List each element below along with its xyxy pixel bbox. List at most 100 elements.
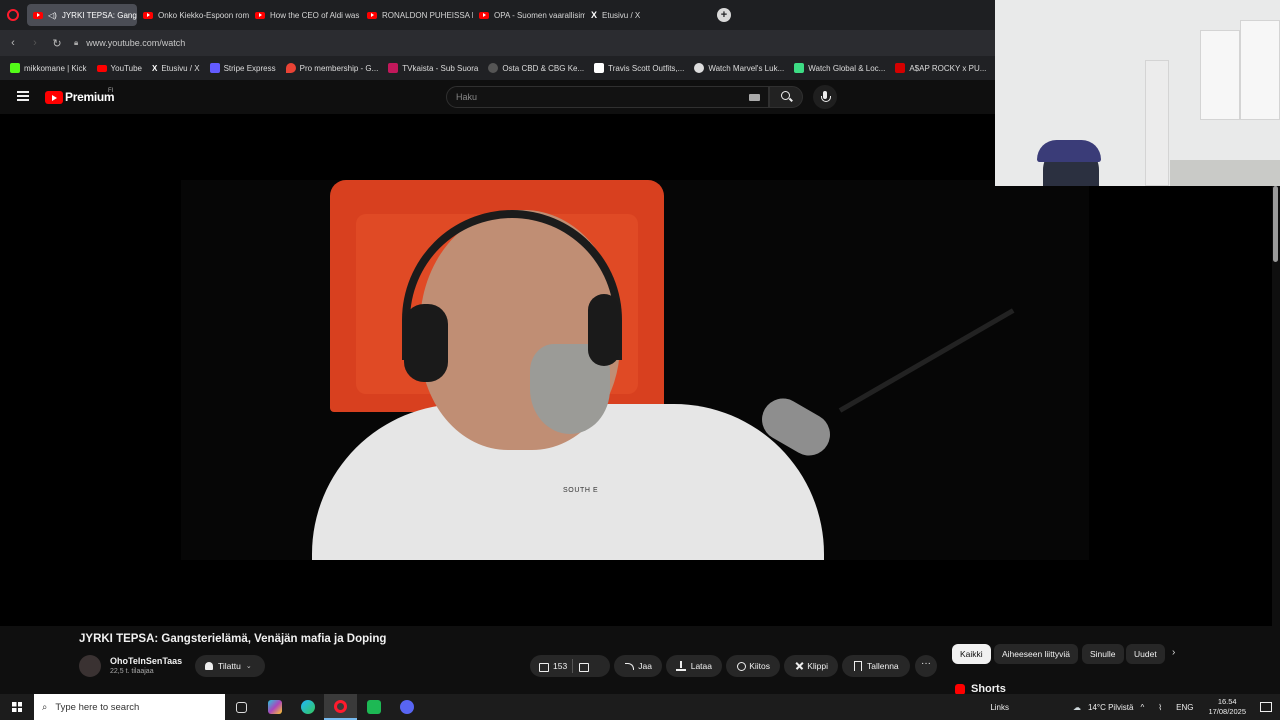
- search-button[interactable]: [769, 86, 803, 108]
- tab-label: OPA - Suomen vaarallisim: [494, 10, 585, 20]
- headphone-right-cup: [588, 294, 620, 366]
- more-actions-button[interactable]: ···: [915, 655, 937, 677]
- video-player[interactable]: SOUTH E: [0, 114, 1272, 626]
- bookmark-stripe[interactable]: Stripe Express: [209, 63, 276, 73]
- discord-icon[interactable]: [390, 694, 423, 720]
- bookmark-watch-global[interactable]: Watch Global & Loc...: [794, 63, 885, 73]
- thanks-button[interactable]: Kiitos: [726, 655, 780, 677]
- bookmark-youtube[interactable]: YouTube: [96, 64, 142, 73]
- links-toolbar[interactable]: Links: [983, 703, 1016, 712]
- x-icon: X: [591, 10, 598, 20]
- bookmark-travis-scott[interactable]: Travis Scott Outfits,...: [594, 63, 684, 73]
- bell-icon: [205, 662, 213, 670]
- youtube-icon: [479, 11, 489, 19]
- clock[interactable]: 16.54 17/08/2025: [1200, 697, 1254, 717]
- scissors-icon: [794, 661, 802, 671]
- windows-start-icon[interactable]: [0, 694, 34, 720]
- bookmark-x[interactable]: X Etusivu / X: [152, 64, 200, 73]
- headphone-left-cup: [404, 304, 448, 382]
- bookmark-cbd[interactable]: Osta CBD & CBG Ke...: [488, 63, 584, 73]
- tab-jyrki-tepsa[interactable]: ◁) JYRKI TEPSA: Gangste: [27, 4, 137, 26]
- bookmark-tvkaista[interactable]: TVkaista - Sub Suora: [388, 63, 478, 73]
- tab-label: JYRKI TEPSA: Gangste: [61, 10, 137, 20]
- youtube-icon: [33, 11, 43, 19]
- new-tab-button[interactable]: +: [717, 8, 731, 22]
- cloud-icon[interactable]: ☁: [1066, 703, 1088, 712]
- scrollbar-thumb[interactable]: [1273, 186, 1278, 262]
- lock-icon[interactable]: 🔒︎: [74, 38, 78, 48]
- url-field[interactable]: www.youtube.com/watch: [86, 38, 185, 48]
- forward-icon[interactable]: ›: [24, 37, 46, 49]
- download-icon: [676, 661, 686, 671]
- channel-name[interactable]: OhoTeInSenTaas: [110, 656, 182, 666]
- search-placeholder: Haku: [456, 92, 478, 102]
- kitchen-fridge: [1145, 60, 1169, 186]
- globe-icon: [488, 63, 499, 73]
- dislike-icon[interactable]: [578, 661, 590, 672]
- search-input[interactable]: Haku: [446, 86, 769, 108]
- opera-taskbar-icon[interactable]: [324, 694, 357, 720]
- tab-label: Onko Kiekko-Espoon rom: [158, 10, 249, 20]
- microphone-icon[interactable]: [813, 85, 837, 109]
- chip-related[interactable]: Aiheeseen liittyviä: [994, 644, 1079, 664]
- chevron-right-icon[interactable]: ›: [1172, 647, 1175, 658]
- app-green-icon[interactable]: [357, 694, 390, 720]
- subscribed-button[interactable]: Tilattu ⌄: [195, 655, 265, 677]
- bookmark-marvel[interactable]: Watch Marvel's Luk...: [694, 63, 784, 73]
- bookmark-pro-membership[interactable]: Pro membership - G...: [285, 63, 378, 73]
- chip-new[interactable]: Uudet: [1126, 644, 1165, 664]
- network-icon[interactable]: ⌇: [1151, 703, 1169, 712]
- clock-time: 16.54: [1217, 697, 1237, 706]
- tray-overflow-icon[interactable]: ^: [1133, 703, 1151, 712]
- task-view-icon[interactable]: [225, 694, 258, 720]
- tab-opa[interactable]: OPA - Suomen vaarallisim: [473, 4, 585, 26]
- channel-avatar[interactable]: [79, 655, 101, 677]
- tab-aldi-ceo[interactable]: How the CEO of Aldi was: [249, 4, 361, 26]
- webcam-overlay: [995, 0, 1280, 186]
- language-indicator[interactable]: ENG: [1169, 703, 1200, 712]
- like-dislike-group: 153: [530, 655, 610, 677]
- system-tray: Links ☁ 14°C Pilvistä ^ ⌇ ENG 16.54 17/0…: [983, 694, 1280, 720]
- clip-button[interactable]: Klippi: [784, 655, 838, 677]
- share-button[interactable]: Jaa: [614, 655, 662, 677]
- keyboard-icon[interactable]: [749, 94, 760, 101]
- reload-icon[interactable]: ↻: [46, 37, 68, 50]
- weather-readout[interactable]: 14°C Pilvistä: [1088, 703, 1133, 712]
- page-scrollbar[interactable]: [1272, 186, 1280, 690]
- back-icon[interactable]: ‹: [2, 37, 24, 49]
- edge-icon[interactable]: [291, 694, 324, 720]
- tab-label: How the CEO of Aldi was: [270, 10, 360, 20]
- like-count[interactable]: 153: [553, 661, 567, 671]
- video-title: JYRKI TEPSA: Gangsterielämä, Venäjän maf…: [79, 633, 387, 645]
- like-icon[interactable]: [538, 661, 549, 672]
- tab-ronaldo[interactable]: RONALDON PUHEISSA EI: [361, 4, 473, 26]
- puma-icon: [895, 63, 906, 73]
- chip-all[interactable]: Kaikki: [952, 644, 991, 664]
- hamburger-menu-icon[interactable]: [17, 91, 29, 101]
- taskbar-search-input[interactable]: ⌕ Type here to search: [34, 694, 225, 720]
- copilot-icon[interactable]: [258, 694, 291, 720]
- download-button[interactable]: Lataa: [666, 655, 722, 677]
- notification-icon[interactable]: [1260, 702, 1272, 712]
- tab-x-home[interactable]: X Etusivu / X: [585, 4, 655, 26]
- stripe-icon: [209, 63, 220, 73]
- map-pin-icon: [285, 63, 296, 73]
- tab-kiekko-espoo[interactable]: Onko Kiekko-Espoon rom: [137, 4, 249, 26]
- chip-for-you[interactable]: Sinulle: [1082, 644, 1124, 664]
- windows-taskbar: ⌕ Type here to search Links ☁ 14°C Pilvi…: [0, 694, 1280, 720]
- youtube-logo-icon[interactable]: [45, 91, 63, 104]
- youtube-icon: [143, 11, 153, 19]
- speaker-icon[interactable]: ◁): [48, 11, 57, 20]
- x-icon: X: [151, 63, 158, 73]
- tab-label: Etusivu / X: [602, 10, 641, 20]
- opera-logo-icon[interactable]: [7, 9, 19, 21]
- kitchen-counter: [1170, 160, 1280, 186]
- bookmark-kick[interactable]: mikkomane | Kick: [10, 63, 87, 73]
- kitchen-cabinet: [1200, 30, 1240, 120]
- youtube-premium-logo[interactable]: Premium: [65, 90, 115, 104]
- bookmark-asap-rocky[interactable]: A$AP ROCKY x PU...: [895, 63, 986, 73]
- kitchen-cabinet: [1240, 20, 1280, 120]
- clock-date: 17/08/2025: [1208, 707, 1246, 716]
- save-button[interactable]: Tallenna: [842, 655, 910, 677]
- divider: [572, 659, 574, 673]
